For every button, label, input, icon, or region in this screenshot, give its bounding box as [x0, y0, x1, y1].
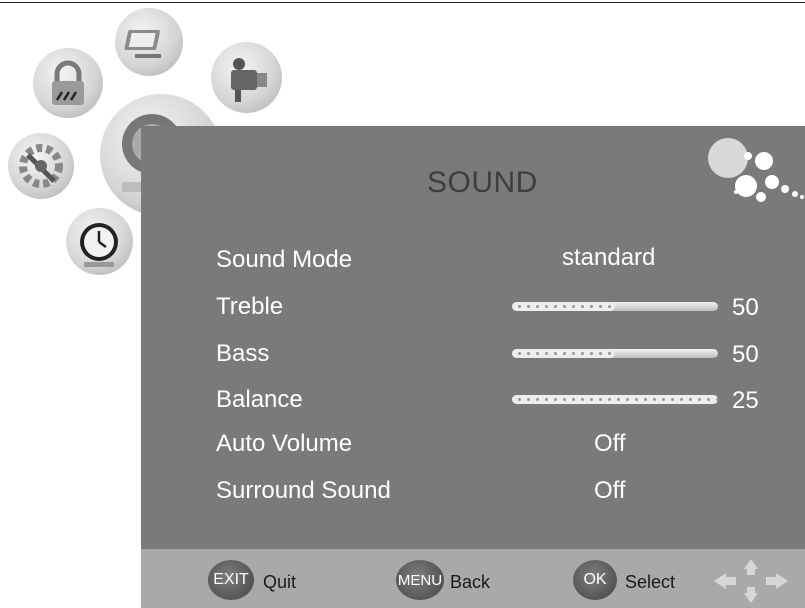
- sound-mode-value[interactable]: standard: [562, 244, 655, 272]
- balance-value: 25: [732, 387, 759, 414]
- auto-volume-value[interactable]: Off: [594, 430, 626, 458]
- ok-button[interactable]: OK: [573, 560, 617, 600]
- bass-slider-fill: [512, 349, 615, 358]
- time-icon[interactable]: [66, 208, 133, 275]
- lock-icon[interactable]: [33, 48, 103, 118]
- exit-button[interactable]: EXIT: [208, 560, 254, 600]
- balance-slider-fill: [512, 395, 718, 404]
- top-border: [0, 2, 805, 3]
- back-label: Back: [450, 572, 491, 592]
- menu-button[interactable]: MENU: [396, 560, 444, 600]
- treble-value: 50: [732, 294, 759, 321]
- treble-slider-fill: [512, 302, 615, 311]
- bubbles-icon: [708, 138, 804, 202]
- select-label: Select: [625, 572, 676, 592]
- navigation-arrows-icon[interactable]: [712, 557, 790, 605]
- quit-label: Quit: [263, 572, 297, 592]
- bass-label[interactable]: Bass: [216, 340, 269, 368]
- balance-slider[interactable]: [512, 395, 718, 404]
- bass-slider[interactable]: [512, 349, 718, 358]
- surround-sound-label[interactable]: Surround Sound: [216, 477, 391, 505]
- sound-mode-label[interactable]: Sound Mode: [216, 246, 352, 274]
- bass-value: 50: [732, 341, 759, 368]
- auto-volume-label[interactable]: Auto Volume: [216, 430, 352, 458]
- balance-label[interactable]: Balance: [216, 386, 303, 414]
- treble-slider[interactable]: [512, 302, 718, 311]
- treble-label[interactable]: Treble: [216, 293, 283, 321]
- surround-sound-value[interactable]: Off: [594, 477, 626, 505]
- page-title: SOUND: [427, 166, 538, 199]
- picture-icon[interactable]: [115, 8, 183, 76]
- setup-icon[interactable]: [8, 133, 74, 199]
